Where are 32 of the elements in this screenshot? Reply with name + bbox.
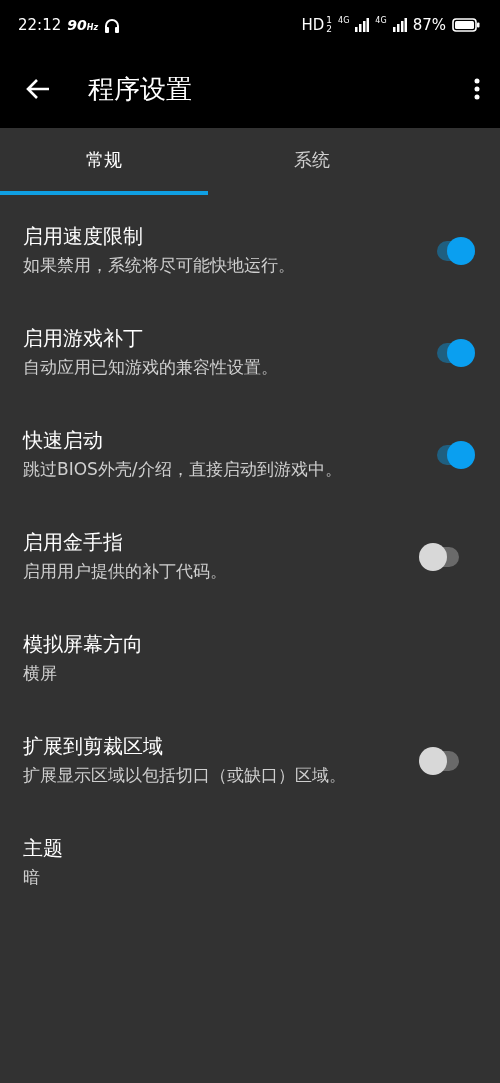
setting-value: 暗 — [23, 866, 41, 889]
back-arrow-icon — [26, 78, 50, 100]
tab[interactable]: 常规 — [0, 128, 208, 195]
sim-number: 1 — [326, 16, 333, 25]
setting-value: 横屏 — [23, 662, 58, 685]
screen-title: 程序设置 — [88, 72, 193, 106]
setting-description: 如果禁用，系统将尽可能快地运行。 — [23, 254, 296, 277]
signal-icon — [392, 18, 407, 32]
setting-description: 启用用户提供的补丁代码。 — [23, 560, 228, 583]
hd-label: HD — [301, 16, 325, 34]
more-vertical-icon — [474, 78, 480, 100]
refresh-rate: 90 — [67, 17, 87, 33]
tab[interactable]: 系统 — [208, 128, 416, 195]
setting-description: 自动应用已知游戏的兼容性设置。 — [23, 356, 279, 379]
battery-icon — [452, 18, 480, 32]
sim-number: 2 — [326, 25, 333, 34]
setting-title: 模拟屏幕方向 — [23, 631, 144, 658]
setting-description: 跳过BIOS外壳/介绍，直接启动到游戏中。 — [23, 458, 343, 481]
setting-title: 扩展到剪裁区域 — [23, 733, 164, 760]
setting-description: 扩展显示区域以包括切口（或缺口）区域。 — [23, 764, 347, 787]
refresh-unit: Hz — [86, 23, 99, 32]
battery-percent: 87% — [412, 16, 446, 34]
setting-title: 启用游戏补丁 — [23, 325, 144, 352]
headphones-icon — [104, 17, 121, 33]
setting-title: 快速启动 — [23, 427, 104, 454]
signal-icon — [355, 18, 370, 32]
setting-title: 启用速度限制 — [23, 223, 144, 250]
status-time: 22:12 — [18, 16, 62, 34]
network-type: 4G — [338, 16, 350, 25]
setting-title: 启用金手指 — [23, 529, 124, 556]
network-type: 4G — [375, 16, 387, 25]
setting-title: 主题 — [23, 835, 64, 862]
